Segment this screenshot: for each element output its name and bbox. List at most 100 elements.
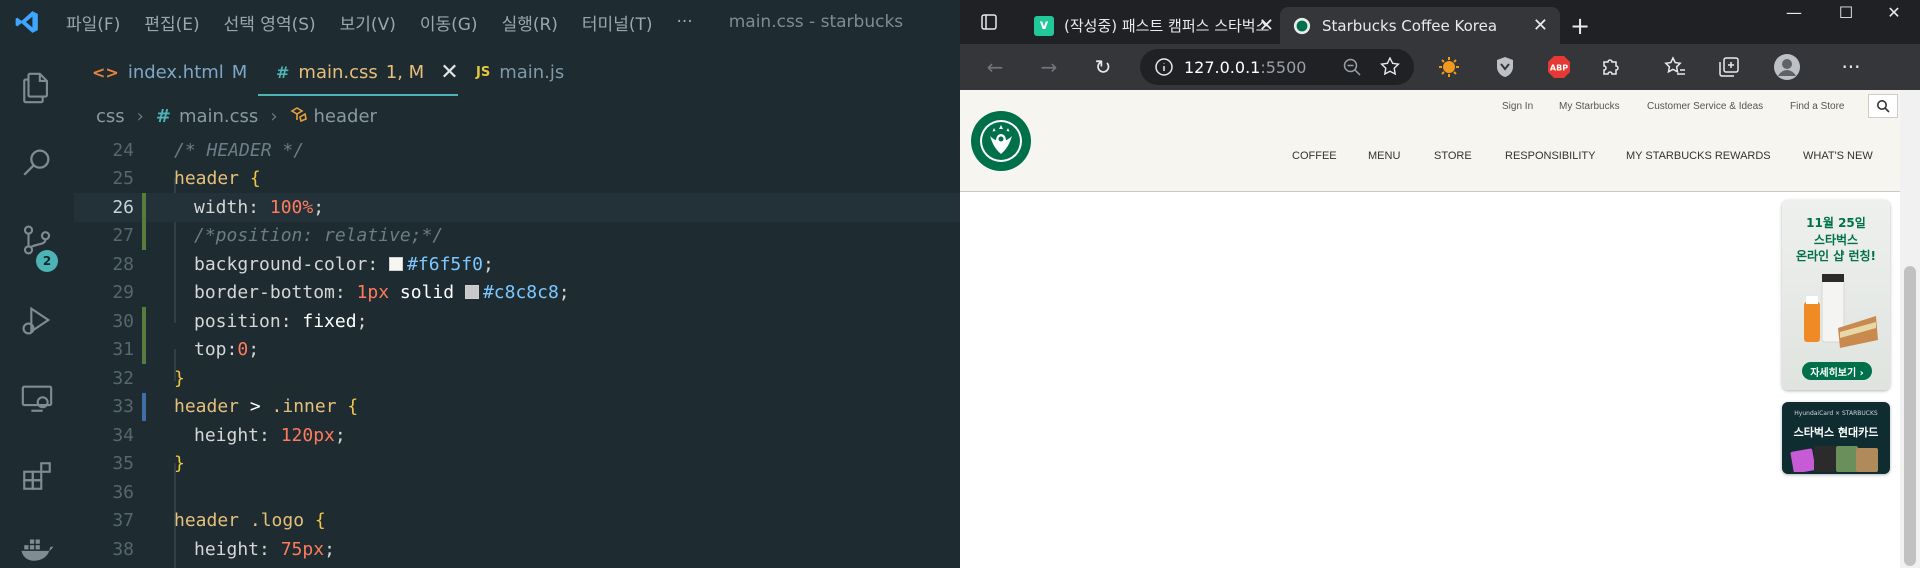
search-button[interactable] [1868, 94, 1898, 118]
code-line: 34 height: 120px; [74, 421, 960, 450]
code-line: 28 background-color: #f6f5f0; [74, 250, 960, 279]
nav-whats-new[interactable]: WHAT'S NEW [1803, 150, 1873, 162]
line-number: 30 [112, 310, 134, 332]
promo-details-button[interactable]: 자세히보기 › [1802, 362, 1872, 380]
line-number: 36 [112, 481, 134, 503]
favorite-add-icon[interactable] [1380, 56, 1402, 81]
address-bar[interactable]: 127.0.0.1:5500 [1140, 49, 1414, 85]
browser-tab-starbucks[interactable]: Starbucks Coffee Korea ✕ [1280, 7, 1560, 44]
line-number: 27 [112, 225, 134, 247]
tab-status: M [231, 61, 248, 83]
breadcrumb-folder[interactable]: css [96, 106, 125, 127]
extension-shield-icon[interactable] [1490, 52, 1520, 82]
minimize-button[interactable]: — [1768, 0, 1820, 24]
starbucks-logo[interactable] [970, 110, 1032, 172]
scroll-thumb[interactable] [1904, 266, 1916, 566]
info-icon[interactable] [1154, 57, 1174, 81]
gutter-modified [142, 392, 146, 421]
browser-tab-strip: v (작성중) 패스트 캠퍼스 스타벅스 ✕ Starbucks Coffee … [960, 0, 1920, 44]
extension-sun-icon[interactable] [1434, 52, 1464, 82]
code-text: border-bottom: 1px solid #c8c8c8; [194, 282, 570, 304]
tab-index-html[interactable]: <> index.html M [74, 44, 258, 100]
nav-menu[interactable]: MENU [1368, 150, 1400, 162]
close-icon[interactable]: ✕ [440, 60, 458, 85]
tab-label: main.css [298, 61, 378, 83]
tab-label: main.js [499, 61, 565, 83]
new-tab-button[interactable]: + [1570, 7, 1600, 44]
extensions-icon[interactable] [0, 440, 74, 512]
html-file-icon: <> [92, 62, 119, 82]
reload-icon[interactable]: ↻ [1088, 52, 1118, 82]
menu-selection[interactable]: 선택 영역(S) [212, 10, 328, 35]
code-line: 29 border-bottom: 1px solid #c8c8c8; [74, 279, 960, 308]
menu-edit[interactable]: 편집(E) [132, 10, 211, 35]
tab-label: index.html [127, 61, 224, 83]
code-editor[interactable]: 24 /* HEADER */ 25 header { 26 width: 10… [74, 136, 960, 568]
close-icon[interactable]: ✕ [1533, 15, 1548, 36]
line-number: 29 [112, 282, 134, 304]
promo-banner-hyundai-card[interactable]: HyundaiCard × STARBUCKS 스타벅스 현대카드 [1782, 402, 1890, 474]
menu-view[interactable]: 보기(V) [328, 10, 408, 35]
my-starbucks-link[interactable]: My Starbucks [1559, 101, 1620, 112]
tab-main-css[interactable]: # main.css 1, M ✕ [258, 44, 459, 100]
line-number: 38 [112, 538, 134, 560]
promo-brand-text: HyundaiCard × STARBUCKS [1794, 410, 1878, 417]
code-line: 38 height: 75px; [74, 535, 960, 564]
url-text[interactable]: 127.0.0.1:5500 [1184, 58, 1306, 77]
sign-in-link[interactable]: Sign In [1502, 101, 1533, 112]
breadcrumb-file[interactable]: main.css [179, 106, 258, 127]
breadcrumb-symbol[interactable]: header [314, 106, 377, 127]
page-scrollbar[interactable] [1900, 90, 1920, 568]
menu-terminal[interactable]: 터미널(T) [570, 10, 665, 35]
search-icon[interactable] [0, 126, 74, 198]
run-debug-icon[interactable] [0, 284, 74, 356]
code-line: 31 top:0; [74, 335, 960, 364]
source-control-icon[interactable]: 2 [0, 204, 74, 276]
find-store-link[interactable]: Find a Store [1790, 101, 1844, 112]
color-swatch[interactable] [389, 256, 404, 271]
menu-go[interactable]: 이동(G) [408, 10, 490, 35]
close-window-button[interactable]: ✕ [1868, 0, 1920, 24]
collections-icon[interactable] [1714, 52, 1744, 82]
browser-tab-draft[interactable]: v (작성중) 패스트 캠퍼스 스타벅스 ✕ [1024, 7, 1274, 44]
menu-more[interactable]: ··· [665, 12, 705, 32]
line-number: 26 [112, 196, 134, 218]
vscode-titlebar: 파일(F) 편집(E) 선택 영역(S) 보기(V) 이동(G) 실행(R) 터… [0, 0, 960, 44]
explorer-icon[interactable] [0, 52, 74, 124]
extensions-puzzle-icon[interactable] [1596, 52, 1626, 82]
nav-coffee[interactable]: COFFEE [1292, 150, 1337, 162]
promo-headline: 스타벅스 온라인 샵 런칭! [1795, 233, 1877, 263]
nav-rewards[interactable]: MY STARBUCKS REWARDS [1626, 150, 1771, 162]
back-arrow-icon[interactable]: ← [980, 52, 1010, 82]
adblock-icon[interactable]: ABP [1544, 52, 1574, 82]
line-number: 37 [112, 510, 134, 532]
browser-window: v (작성중) 패스트 캠퍼스 스타벅스 ✕ Starbucks Coffee … [960, 0, 1920, 568]
more-menu-icon[interactable]: ··· [1836, 52, 1866, 82]
forward-arrow-icon[interactable]: → [1034, 52, 1064, 82]
tab-actions-icon[interactable] [974, 7, 1004, 37]
window-title: main.css - starbucks [728, 12, 904, 32]
code-line: 24 /* HEADER */ [74, 136, 960, 165]
favorites-icon[interactable] [1660, 52, 1690, 82]
maximize-button[interactable]: ☐ [1820, 0, 1872, 24]
zoom-out-icon[interactable] [1342, 57, 1362, 81]
tab-title: (작성중) 패스트 캠퍼스 스타벅스 [1064, 17, 1270, 35]
tab-main-js[interactable]: JS main.js [458, 44, 588, 100]
menu-file[interactable]: 파일(F) [54, 10, 132, 35]
customer-service-link[interactable]: Customer Service & Ideas [1647, 101, 1763, 112]
code-line: 32 } [74, 364, 960, 393]
close-icon[interactable]: ✕ [1259, 15, 1274, 36]
code-line: 33 header > .inner { [74, 392, 960, 421]
code-text: header .logo { [174, 510, 326, 532]
search-icon [1877, 100, 1890, 113]
color-swatch[interactable] [464, 285, 479, 300]
menu-run[interactable]: 실행(R) [490, 10, 570, 35]
promo-title: 스타벅스 현대카드 [1793, 426, 1879, 439]
remote-explorer-icon[interactable] [0, 362, 74, 434]
profile-avatar[interactable] [1772, 52, 1802, 82]
docker-icon[interactable] [0, 512, 74, 568]
gutter-modified [142, 335, 146, 364]
nav-store[interactable]: STORE [1434, 150, 1472, 162]
promo-banner-online-shop[interactable]: 11월 25일 스타벅스 온라인 샵 런칭! 자세히보기 › [1782, 200, 1890, 390]
nav-responsibility[interactable]: RESPONSIBILITY [1505, 150, 1595, 162]
